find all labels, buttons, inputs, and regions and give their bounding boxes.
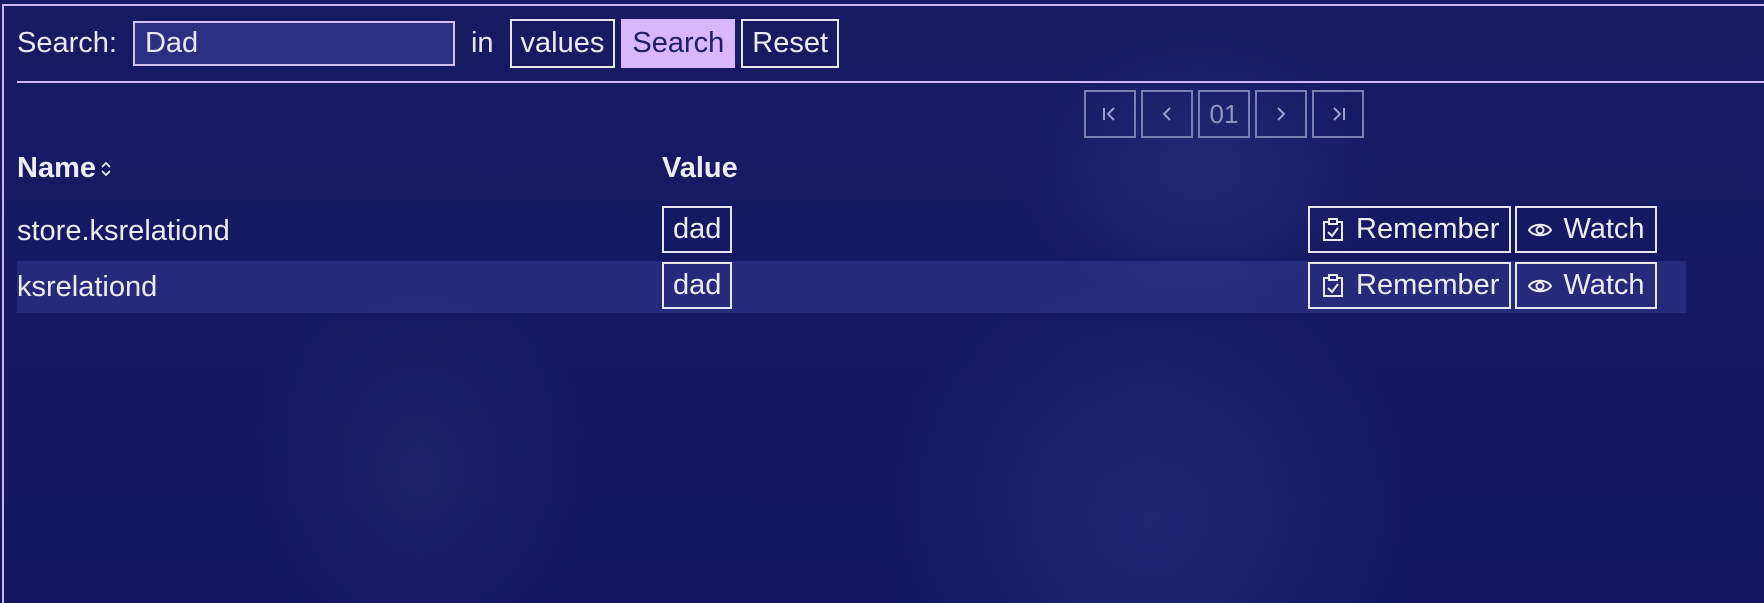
row-actions: Remember Watch: [1308, 206, 1657, 253]
search-bar: Search: in values Search Reset: [17, 19, 840, 68]
remember-label: Remember: [1356, 213, 1500, 245]
search-label: Search:: [17, 27, 117, 59]
eye-icon: [1528, 279, 1553, 292]
table-row: ksrelationd dad Remember Watch: [17, 261, 1686, 313]
column-header-value-label: Value: [662, 152, 738, 184]
remember-label: Remember: [1356, 269, 1500, 301]
first-page-button[interactable]: [1084, 90, 1136, 138]
column-header-value: Value: [662, 152, 738, 185]
clipboard-check-icon: [1323, 217, 1343, 241]
prev-page-button[interactable]: [1141, 90, 1193, 138]
column-header-name[interactable]: Name: [17, 152, 112, 185]
reset-button[interactable]: Reset: [741, 19, 840, 68]
remember-button[interactable]: Remember: [1308, 262, 1512, 309]
next-page-icon: [1277, 107, 1286, 121]
last-page-button[interactable]: [1312, 90, 1364, 138]
watch-label: Watch: [1563, 213, 1645, 245]
row-value[interactable]: dad: [662, 262, 733, 309]
next-page-button[interactable]: [1255, 90, 1307, 138]
pagination: 01: [1084, 90, 1364, 138]
table-row: store.ksrelationd dad Remember Watch: [17, 205, 1686, 257]
row-name: ksrelationd: [17, 270, 158, 303]
sort-icon: [101, 161, 111, 176]
page-number: 01: [1198, 90, 1250, 138]
search-button[interactable]: Search: [621, 19, 736, 68]
search-in-label: in: [470, 27, 494, 59]
column-header-name-label: Name: [17, 152, 96, 184]
row-name: store.ksrelationd: [17, 214, 230, 247]
search-input[interactable]: [132, 21, 455, 66]
clipboard-check-icon: [1323, 273, 1343, 297]
watch-button[interactable]: Watch: [1515, 206, 1657, 253]
last-page-icon: [1333, 107, 1345, 121]
remember-button[interactable]: Remember: [1308, 206, 1512, 253]
watch-label: Watch: [1563, 269, 1645, 301]
divider: [17, 81, 1764, 83]
first-page-icon: [1103, 107, 1115, 121]
prev-page-icon: [1162, 107, 1171, 121]
row-actions: Remember Watch: [1308, 262, 1657, 309]
watch-button[interactable]: Watch: [1515, 262, 1657, 309]
eye-icon: [1528, 223, 1553, 236]
row-value[interactable]: dad: [662, 206, 733, 253]
search-scope-button[interactable]: values: [509, 19, 616, 68]
